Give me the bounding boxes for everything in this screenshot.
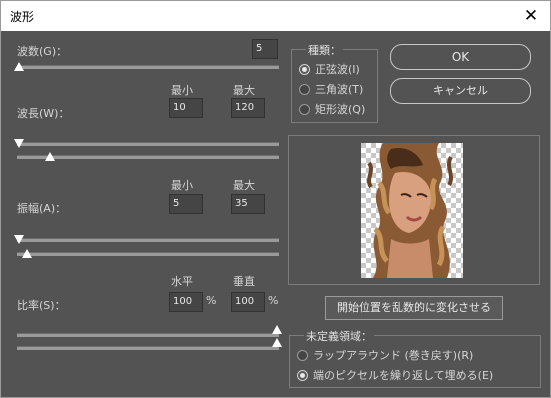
amplitude-max-label: 最大 [233, 179, 255, 192]
radio-sine-label: 正弦波(I) [315, 63, 360, 76]
ok-button[interactable]: OK [390, 44, 531, 70]
scale-vertical-label: 垂直 [233, 275, 255, 288]
generators-slider-track[interactable] [17, 65, 279, 69]
radio-square[interactable]: 矩形波(Q) [299, 101, 365, 117]
title-bar: 波形 ✕ [1, 1, 550, 31]
wavelength-min-slider-thumb[interactable] [14, 139, 24, 148]
radio-wrap-around-label: ラップアラウンド (巻き戻す)(R) [313, 349, 474, 362]
radio-wrap-around[interactable]: ラップアラウンド (巻き戻す)(R) [297, 347, 473, 363]
wavelength-min-label: 最小 [171, 84, 193, 97]
scale-horizontal-input[interactable]: 100 [169, 292, 203, 312]
scale-horizontal-slider-thumb[interactable] [272, 325, 282, 334]
scale-vertical-input[interactable]: 100 [231, 292, 265, 312]
radio-triangle-label: 三角波(T) [315, 83, 364, 96]
close-button[interactable]: ✕ [518, 4, 544, 28]
undefined-areas-legend: 未定義領域： [304, 328, 374, 344]
radio-triangle[interactable]: 三角波(T) [299, 81, 363, 97]
wavelength-max-slider-thumb[interactable] [45, 152, 55, 161]
radio-selected-icon [297, 369, 308, 381]
scale-vertical-slider-track[interactable] [17, 346, 279, 350]
amplitude-min-input[interactable]: 5 [169, 194, 203, 214]
wave-distorted-portrait-preview-icon [361, 143, 463, 278]
scale-horizontal-label: 水平 [171, 275, 193, 288]
preview-panel[interactable] [288, 135, 540, 285]
radio-unselected-icon [297, 349, 308, 361]
randomize-button[interactable]: 開始位置を乱数的に変化させる [325, 296, 503, 320]
scale-vertical-unit: % [268, 294, 279, 307]
scale-horizontal-slider-track[interactable] [17, 333, 279, 337]
scale-vertical-slider-thumb[interactable] [272, 338, 282, 347]
wavelength-max-label: 最大 [233, 84, 255, 97]
amplitude-label: 振幅(A)： [17, 202, 67, 215]
amplitude-min-slider-thumb[interactable] [14, 235, 24, 244]
amplitude-min-label: 最小 [171, 179, 193, 192]
generators-slider-thumb[interactable] [14, 62, 24, 71]
radio-unselected-icon [299, 103, 310, 115]
scale-label: 比率(S)： [17, 299, 66, 312]
dialog-title: 波形 [10, 10, 35, 24]
wavelength-min-slider-track[interactable] [17, 142, 279, 146]
wave-dialog: 波形 ✕ 波数(G)： 5 最小 最大 波長(W)： 10 120 最小 最大 … [0, 0, 551, 398]
generators-input[interactable]: 5 [252, 39, 278, 59]
radio-sine[interactable]: 正弦波(I) [299, 61, 360, 77]
radio-repeat-edge-pixels[interactable]: 端のピクセルを繰り返して埋める(E) [297, 367, 493, 383]
wavelength-max-slider-track[interactable] [17, 155, 279, 159]
radio-repeat-edge-pixels-label: 端のピクセルを繰り返して埋める(E) [313, 369, 494, 382]
amplitude-max-input[interactable]: 35 [231, 194, 265, 214]
radio-selected-icon [299, 63, 310, 75]
scale-horizontal-unit: % [206, 294, 217, 307]
radio-unselected-icon [299, 83, 310, 95]
amplitude-max-slider-thumb[interactable] [22, 249, 32, 258]
wavelength-min-input[interactable]: 10 [169, 98, 203, 118]
radio-square-label: 矩形波(Q) [315, 103, 366, 116]
cancel-button[interactable]: キャンセル [390, 78, 531, 104]
wavelength-max-input[interactable]: 120 [231, 98, 265, 118]
amplitude-max-slider-track[interactable] [17, 252, 279, 256]
generators-label: 波数(G)： [17, 45, 68, 58]
wavelength-label: 波長(W)： [17, 107, 70, 120]
amplitude-min-slider-track[interactable] [17, 238, 279, 242]
type-group-legend: 種類： [306, 42, 343, 58]
